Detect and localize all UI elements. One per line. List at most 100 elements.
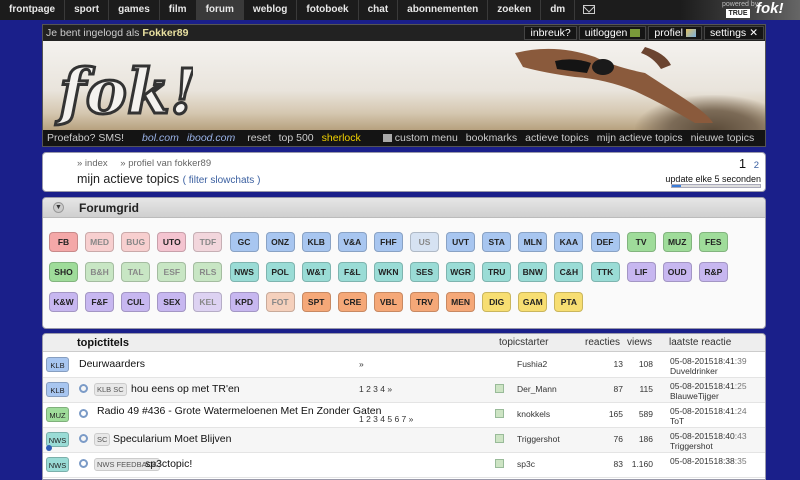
header-laatste-reactie[interactable]: laatste reactie bbox=[669, 337, 731, 348]
forum-tile-muz[interactable]: MUZ bbox=[662, 232, 692, 252]
quicklink-mijn-actieve-topics[interactable]: mijn actieve topics bbox=[597, 132, 683, 144]
forum-tile-us[interactable]: US bbox=[410, 232, 439, 252]
forum-tile-sho[interactable]: SHO bbox=[49, 262, 78, 282]
forum-tile-gam[interactable]: GAM bbox=[518, 292, 548, 312]
chain-link-icon[interactable] bbox=[79, 384, 88, 393]
forum-tile-gc[interactable]: GC bbox=[229, 232, 259, 252]
nav-chat[interactable]: chat bbox=[359, 0, 399, 20]
topic-title-link[interactable]: Radio 49 #436 - Grote Watermeloenen Met … bbox=[97, 405, 381, 417]
new-post-icon[interactable] bbox=[495, 434, 504, 443]
topic-starter[interactable]: Triggershot bbox=[517, 434, 560, 444]
forum-badge[interactable]: NWS bbox=[46, 457, 69, 472]
forum-tile-vanda[interactable]: V&A bbox=[337, 232, 367, 252]
quicklink-nieuwe-topics[interactable]: nieuwe topics bbox=[691, 132, 755, 144]
forum-tile-uto[interactable]: UTO bbox=[157, 232, 187, 252]
forum-tile-onz[interactable]: ONZ bbox=[265, 232, 295, 252]
collapse-toggle-icon[interactable]: ▼ bbox=[53, 202, 64, 213]
forum-tile-bandh[interactable]: B&H bbox=[85, 262, 115, 282]
filter-slowchats-link[interactable]: ( filter slowchats ) bbox=[183, 175, 261, 186]
quicklink-bol-com[interactable]: bol.com bbox=[142, 132, 179, 144]
forum-tile-pta[interactable]: PTA bbox=[554, 292, 584, 312]
quicklink-custom-menu[interactable]: custom menu bbox=[395, 132, 458, 144]
forum-tile-kel[interactable]: KEL bbox=[193, 292, 223, 312]
forum-tile-cul[interactable]: CUL bbox=[121, 292, 151, 312]
topic-title-link[interactable]: Deurwaarders bbox=[79, 358, 145, 370]
header-topicstarter[interactable]: topicstarter bbox=[499, 337, 548, 348]
nav-weblog[interactable]: weblog bbox=[244, 0, 298, 20]
topic-title-link[interactable]: Specularium Moet Blijven bbox=[113, 433, 231, 445]
topic-title-link[interactable]: sp3ctopic! bbox=[145, 458, 192, 470]
last-reply-user[interactable]: Triggershot bbox=[670, 441, 713, 451]
forum-tile-men[interactable]: MEN bbox=[446, 292, 476, 312]
quicklink-ibood-com[interactable]: ibood.com bbox=[187, 132, 235, 144]
forum-tile-fandf[interactable]: F&F bbox=[85, 292, 115, 312]
topic-pages[interactable]: 1 2 3 4 » bbox=[359, 384, 392, 394]
nav-games[interactable]: games bbox=[109, 0, 160, 20]
last-reply-date[interactable]: 05-08-201518:41:25 bbox=[670, 381, 747, 391]
forum-tile-sex[interactable]: SEX bbox=[157, 292, 187, 312]
header-topictitels[interactable]: topictitels bbox=[77, 337, 129, 349]
forum-tile-med[interactable]: MED bbox=[85, 232, 115, 252]
nav-dm[interactable]: dm bbox=[541, 0, 576, 20]
topic-starter[interactable]: sp3c bbox=[517, 459, 535, 469]
forum-tile-wkn[interactable]: WKN bbox=[373, 262, 403, 282]
topic-starter[interactable]: knokkels bbox=[517, 409, 550, 419]
forum-tile-wandt[interactable]: W&T bbox=[301, 262, 331, 282]
topic-pages[interactable]: » bbox=[359, 359, 364, 369]
user-link-inbreuk[interactable]: inbreuk? bbox=[524, 26, 577, 40]
last-reply-date[interactable]: 05-08-201518:41:24 bbox=[670, 406, 747, 416]
forum-tile-kandw[interactable]: K&W bbox=[49, 292, 78, 312]
user-link-profiel[interactable]: profiel bbox=[648, 26, 702, 40]
breadcrumb-profile[interactable]: » profiel van fokker89 bbox=[120, 158, 211, 169]
forum-tile-klb[interactable]: KLB bbox=[301, 232, 331, 252]
forum-tile-tru[interactable]: TRU bbox=[482, 262, 512, 282]
last-reply-user[interactable]: ToT bbox=[670, 416, 684, 426]
quicklink-bookmarks[interactable]: bookmarks bbox=[466, 132, 517, 144]
fok-logo[interactable]: fok! bbox=[53, 43, 194, 128]
forum-tile-tdf[interactable]: TDF bbox=[193, 232, 223, 252]
breadcrumb-index[interactable]: » index bbox=[77, 158, 108, 169]
last-reply-user[interactable]: Duveldrinker bbox=[670, 366, 718, 376]
nav-fotoboek[interactable]: fotoboek bbox=[297, 0, 359, 20]
last-reply-date[interactable]: 05-08-201518:41:39 bbox=[670, 356, 747, 366]
forum-tile-spt[interactable]: SPT bbox=[301, 292, 331, 312]
forum-tile-tal[interactable]: TAL bbox=[121, 262, 151, 282]
topic-row[interactable]: NWS SC Specularium Moet Blijven Triggershot… bbox=[43, 428, 765, 453]
quicklink-reset[interactable]: reset bbox=[247, 132, 270, 144]
forum-tile-rls[interactable]: RLS bbox=[193, 262, 223, 282]
topic-row[interactable]: KLB Deurwaarders » Fushia2 13 108 05-08-201518… bbox=[43, 353, 765, 378]
forum-tile-kaa[interactable]: KAA bbox=[554, 232, 584, 252]
new-post-icon[interactable] bbox=[495, 384, 504, 393]
nav-zoeken[interactable]: zoeken bbox=[488, 0, 542, 20]
forum-tile-ttk[interactable]: TTK bbox=[590, 262, 620, 282]
chain-link-icon[interactable] bbox=[79, 409, 88, 418]
forum-tile-kpd[interactable]: KPD bbox=[229, 292, 259, 312]
forum-tile-tv[interactable]: TV bbox=[626, 232, 656, 252]
forum-tile-dig[interactable]: DIG bbox=[482, 292, 512, 312]
forum-tile-randp[interactable]: R&P bbox=[698, 262, 728, 282]
topic-row[interactable]: NWS NWS FEEDBACK sp3ctopic! sp3c 83 1.160 05-0… bbox=[43, 453, 765, 478]
forum-tile-bnw[interactable]: BNW bbox=[518, 262, 548, 282]
forum-tile-candh[interactable]: C&H bbox=[554, 262, 584, 282]
forum-tile-lif[interactable]: LIF bbox=[626, 262, 656, 282]
new-post-icon[interactable] bbox=[495, 409, 504, 418]
quicklink-sherlock[interactable]: sherlock bbox=[322, 132, 361, 144]
user-link-settings[interactable]: settings ✕ bbox=[704, 26, 764, 40]
forum-tile-fes[interactable]: FES bbox=[698, 232, 728, 252]
forum-tile-bug[interactable]: BUG bbox=[121, 232, 151, 252]
topic-title-link[interactable]: hou eens op met TR'en bbox=[131, 383, 240, 395]
user-link-uitloggen[interactable]: uitloggen bbox=[578, 26, 647, 40]
quicklink-proefabo-sms-[interactable]: Proefabo? SMS! bbox=[47, 132, 124, 144]
forum-tile-ses[interactable]: SES bbox=[410, 262, 439, 282]
powered-by-true[interactable]: powered by TRUE fok! bbox=[680, 0, 800, 20]
forum-tile-uvt[interactable]: UVT bbox=[446, 232, 476, 252]
topic-row[interactable]: KLB KLB SC hou eens op met TR'en 1 2 3 4 » D… bbox=[43, 378, 765, 403]
forum-tile-fb[interactable]: FB bbox=[49, 232, 78, 252]
forum-tile-def[interactable]: DEF bbox=[590, 232, 620, 252]
topic-starter[interactable]: Fushia2 bbox=[517, 359, 547, 369]
forum-tile-cre[interactable]: CRE bbox=[337, 292, 367, 312]
header-views[interactable]: views bbox=[627, 337, 652, 348]
nav-frontpage[interactable]: frontpage bbox=[0, 0, 66, 20]
forum-tile-esf[interactable]: ESF bbox=[157, 262, 187, 282]
nav-abonnementen[interactable]: abonnementen bbox=[398, 0, 489, 20]
